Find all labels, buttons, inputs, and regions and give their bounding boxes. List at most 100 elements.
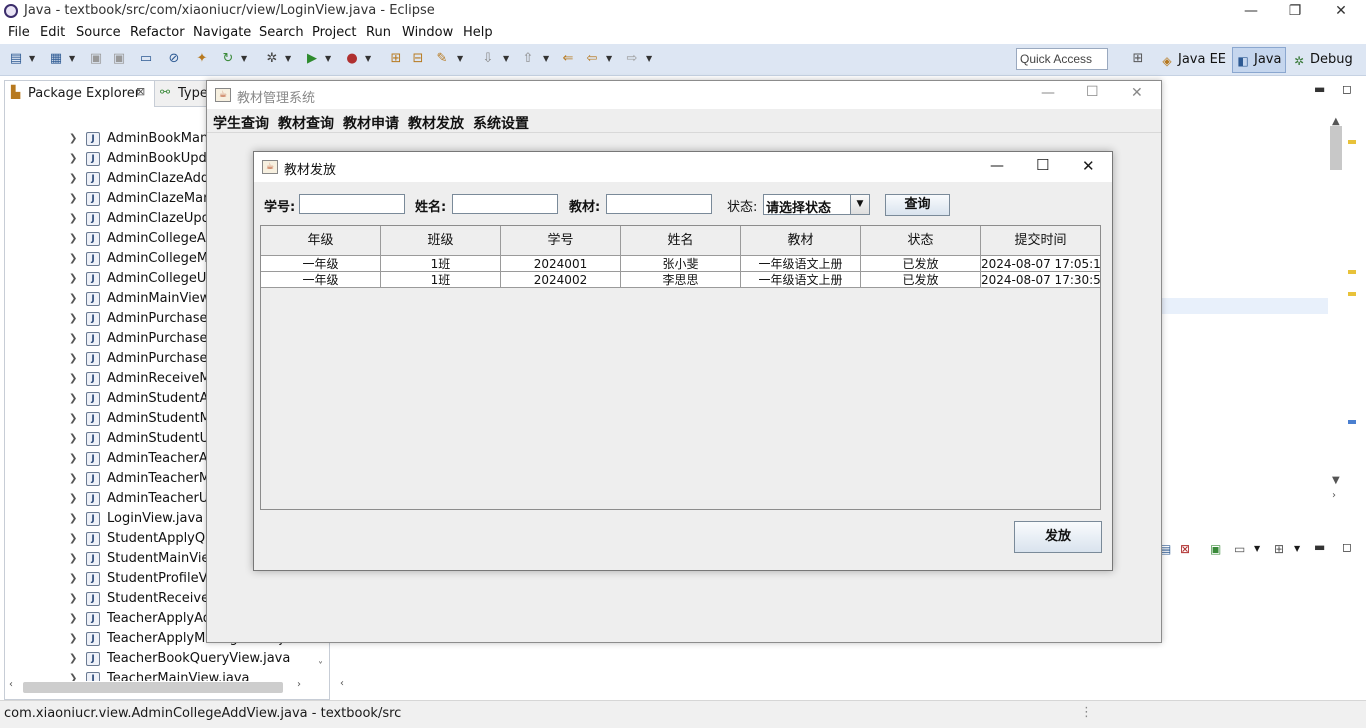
name-input[interactable] (452, 194, 558, 214)
skip-breakpoints-icon[interactable]: ⊘ (166, 51, 182, 67)
minimize-view-icon[interactable]: ▬ (1314, 540, 1325, 554)
column-header[interactable]: 班级 (381, 226, 501, 256)
back-icon[interactable]: ⇦ (584, 51, 600, 67)
menu-help[interactable]: Help (463, 25, 493, 40)
external-tools-icon[interactable]: ● (344, 51, 360, 67)
menu-textbook-query[interactable]: 教材查询 (278, 113, 334, 133)
chevron-down-icon[interactable]: ▼ (325, 51, 333, 67)
table-cell[interactable]: 2024-08-07 17:30:57 (981, 272, 1100, 288)
console-icon[interactable]: ▭ (138, 51, 154, 67)
chevron-down-icon[interactable]: ▼ (1254, 544, 1260, 553)
remove-launch-icon[interactable]: ⊠ (1180, 542, 1190, 556)
table-cell[interactable]: 张小斐 (621, 256, 741, 272)
chevron-right-icon[interactable]: ❯ (69, 229, 79, 249)
chevron-down-icon[interactable]: ▼ (543, 51, 551, 67)
table-cell[interactable]: 2024002 (501, 272, 621, 288)
new-package-icon[interactable]: ▦ (48, 51, 64, 67)
vertical-scrollbar-thumb[interactable] (1330, 126, 1342, 170)
menu-search[interactable]: Search (259, 25, 304, 40)
new-console-icon[interactable]: ⊞ (1274, 542, 1284, 556)
chevron-right-icon[interactable]: ❯ (69, 509, 79, 529)
table-cell[interactable]: 一年级语文上册 (741, 256, 861, 272)
tab-type-hierarchy-label[interactable]: Type (178, 86, 208, 101)
chevron-right-icon[interactable]: ❯ (69, 449, 79, 469)
chevron-right-icon[interactable]: ❯ (69, 209, 79, 229)
menu-student-query[interactable]: 学生查询 (213, 113, 269, 133)
minimize-button[interactable]: — (1228, 0, 1274, 22)
open-type-icon[interactable]: ✦ (194, 51, 210, 67)
open-perspective-icon[interactable]: ⊞ (1130, 51, 1146, 67)
pen-icon[interactable]: ✎ (434, 51, 450, 67)
close-button[interactable]: ✕ (1131, 85, 1143, 101)
table-cell[interactable]: 李思思 (621, 272, 741, 288)
table-cell[interactable]: 一年级 (261, 256, 381, 272)
open-folder-icon[interactable]: ⊞ (388, 51, 404, 67)
table-cell[interactable]: 已发放 (861, 256, 981, 272)
textbook-input[interactable] (606, 194, 712, 214)
save-icon[interactable]: ▣ (88, 51, 104, 67)
chevron-right-icon[interactable]: ❯ (69, 489, 79, 509)
chevron-right-icon[interactable]: ❯ (69, 129, 79, 149)
quick-access-input[interactable]: Quick Access (1016, 48, 1108, 70)
open-console-icon[interactable]: ▣ (1210, 542, 1221, 556)
horizontal-scrollbar-thumb[interactable] (23, 682, 283, 693)
chevron-right-icon[interactable]: ❯ (69, 649, 79, 669)
restore-button[interactable]: ❐ (1272, 0, 1318, 22)
chevron-down-icon[interactable]: ▼ (646, 51, 654, 67)
open-resource-icon[interactable]: ⊟ (410, 51, 426, 67)
menu-window[interactable]: Window (402, 25, 453, 40)
table-cell[interactable]: 已发放 (861, 272, 981, 288)
chevron-down-icon[interactable]: ▼ (285, 51, 293, 67)
column-header[interactable]: 提交时间 (981, 226, 1100, 256)
menu-textbook-apply[interactable]: 教材申请 (343, 113, 399, 133)
scroll-left-arrow[interactable]: ‹ (9, 679, 13, 690)
chevron-right-icon[interactable]: ❯ (69, 169, 79, 189)
close-button[interactable]: ✕ (1318, 0, 1364, 22)
chevron-right-icon[interactable]: ❯ (69, 549, 79, 569)
maximize-view-icon[interactable]: ◻ (1342, 82, 1352, 96)
menu-system-settings[interactable]: 系统设置 (473, 113, 529, 133)
chevron-right-icon[interactable]: ❯ (69, 629, 79, 649)
menu-refactor[interactable]: Refactor (130, 25, 185, 40)
chevron-right-icon[interactable]: ❯ (69, 409, 79, 429)
table-cell[interactable]: 1班 (381, 272, 501, 288)
chevron-right-icon[interactable]: ❯ (69, 529, 79, 549)
chevron-right-icon[interactable]: ❯ (69, 329, 79, 349)
debug-icon[interactable]: ✲ (264, 51, 280, 67)
chevron-right-icon[interactable]: ❯ (69, 569, 79, 589)
menu-project[interactable]: Project (312, 25, 356, 40)
forward-icon[interactable]: ⇨ (624, 51, 640, 67)
query-button[interactable]: 查询 (885, 194, 950, 216)
chevron-right-icon[interactable]: ❯ (69, 369, 79, 389)
maximize-button[interactable]: ☐ (1086, 84, 1099, 100)
column-header[interactable]: 姓名 (621, 226, 741, 256)
chevron-right-icon[interactable]: ❯ (69, 429, 79, 449)
run-icon[interactable]: ▶ (304, 51, 320, 67)
chevron-down-icon[interactable]: ▼ (365, 51, 373, 67)
column-header[interactable]: 状态 (861, 226, 981, 256)
menu-source[interactable]: Source (76, 25, 121, 40)
perspective-java[interactable]: ◧ Java (1236, 52, 1281, 68)
table-cell[interactable]: 1班 (381, 256, 501, 272)
last-edit-icon[interactable]: ⇐ (560, 51, 576, 67)
table-cell[interactable]: 一年级语文上册 (741, 272, 861, 288)
scroll-right-arrow[interactable]: › (1332, 490, 1336, 501)
student-no-input[interactable] (299, 194, 405, 214)
table-cell[interactable]: 一年级 (261, 272, 381, 288)
scroll-down-arrow[interactable]: ˅ (318, 661, 328, 672)
chevron-down-icon[interactable]: ▼ (29, 51, 37, 67)
chevron-right-icon[interactable]: ❯ (69, 269, 79, 289)
chevron-down-icon[interactable]: ▼ (1294, 544, 1300, 553)
scroll-down-arrow[interactable]: ▼ (1332, 475, 1340, 486)
new-icon[interactable]: ▤ (8, 51, 24, 67)
status-select[interactable]: 请选择状态 ▼ (763, 194, 870, 216)
chevron-down-icon[interactable]: ▼ (457, 51, 465, 67)
chevron-right-icon[interactable]: ❯ (69, 609, 79, 629)
chevron-right-icon[interactable]: ❯ (69, 189, 79, 209)
scroll-right-arrow[interactable]: › (297, 679, 301, 690)
chevron-down-icon[interactable]: ▼ (69, 51, 77, 67)
chevron-right-icon[interactable]: ❯ (69, 349, 79, 369)
table-cell[interactable]: 2024-08-07 17:05:12 (981, 256, 1100, 272)
chevron-right-icon[interactable]: ❯ (69, 149, 79, 169)
menu-file[interactable]: File (8, 25, 30, 40)
